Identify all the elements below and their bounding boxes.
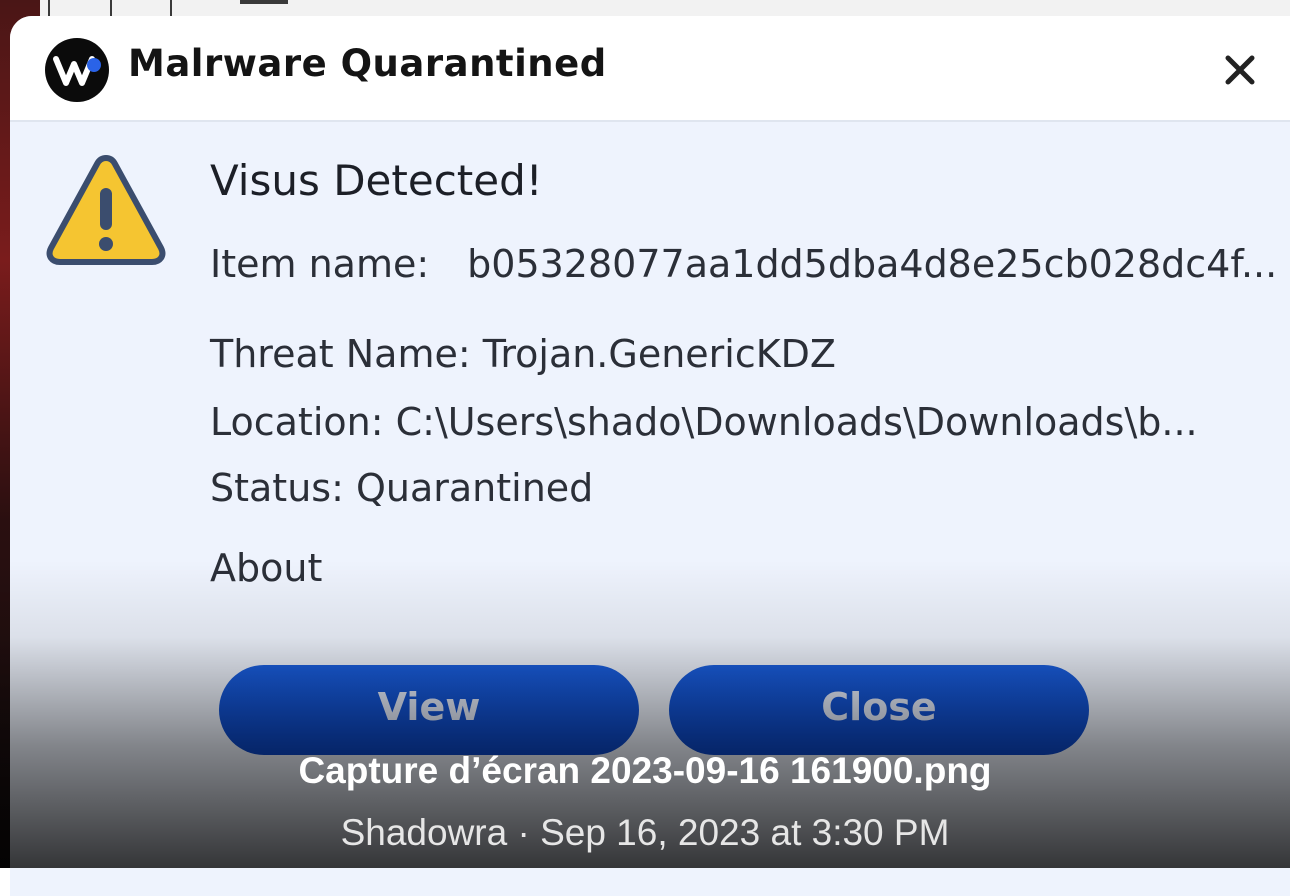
threat-location: Location: C:\Users\shado\Downloads\Downl… bbox=[210, 400, 1198, 444]
threat-status: Status: Quarantined bbox=[210, 466, 594, 510]
dialog-title-bar: Malrware Quarantined bbox=[10, 16, 1290, 122]
app-logo-icon bbox=[45, 38, 109, 102]
close-icon[interactable] bbox=[1218, 48, 1262, 92]
item-name-value: b05328077aa1dd5dba4d8e25cb028dc4f... bbox=[467, 242, 1278, 286]
about-link[interactable]: About bbox=[210, 546, 322, 590]
item-name-label: Item name: bbox=[210, 242, 430, 286]
close-button[interactable]: Close bbox=[669, 665, 1089, 755]
threat-name: Threat Name: Trojan.GenericKDZ bbox=[210, 332, 836, 376]
warning-triangle-icon bbox=[46, 155, 166, 265]
view-button[interactable]: View bbox=[219, 665, 639, 755]
table-grid-bar bbox=[240, 0, 288, 4]
screenshot-meta: Shadowra · Sep 16, 2023 at 3:30 PM bbox=[340, 812, 950, 853]
dialog-title: Malrware Quarantined bbox=[128, 42, 607, 85]
detection-headline: Visus Detected! bbox=[210, 156, 543, 205]
item-name-row: Item name: b05328077aa1dd5dba4d8e25cb028d… bbox=[210, 242, 1277, 286]
screenshot-filename: Capture d’écran 2023-09-16 161900.png bbox=[298, 750, 992, 791]
